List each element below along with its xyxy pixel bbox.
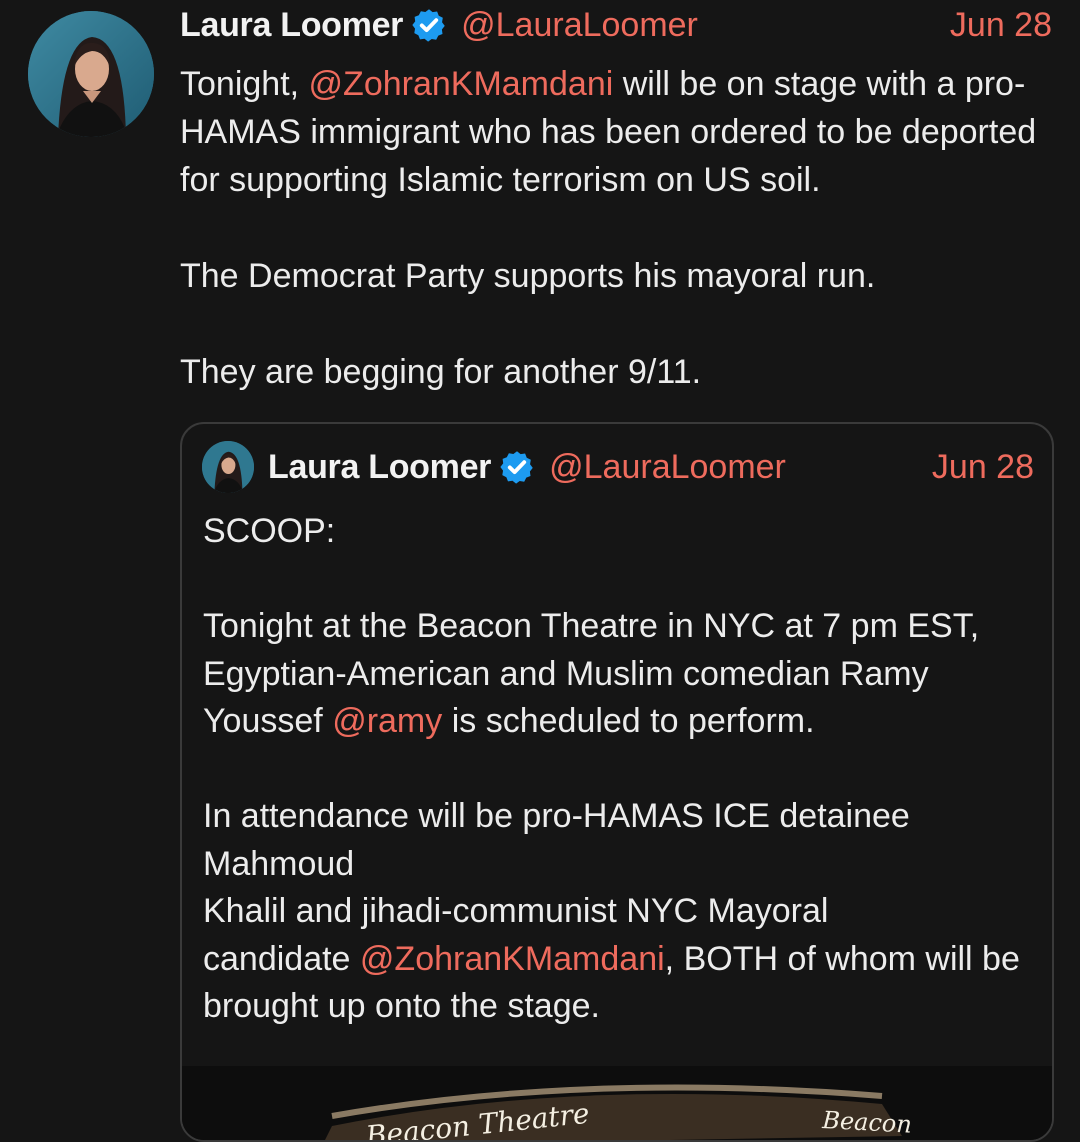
- tweet-date[interactable]: Jun 28: [950, 2, 1052, 48]
- quoted-tweet-media[interactable]: Beacon Theatre Beacon: [182, 1066, 1052, 1140]
- tweet-body: Tonight, @ZohranKMamdani will be on stag…: [180, 60, 1060, 396]
- quoted-paragraph-3-line-1: In attendance will be pro-HAMAS ICE deta…: [203, 797, 910, 835]
- quoted-author-avatar[interactable]: [202, 441, 254, 493]
- quoted-paragraph-2: Tonight at the Beacon Theatre in NYC at …: [203, 607, 980, 740]
- tweet[interactable]: Laura Loomer @LauraLoomer Jun 28 Tonight…: [0, 0, 1080, 1142]
- mention-link[interactable]: @ZohranKMamdani: [360, 940, 665, 978]
- beacon-sign-right: Beacon: [821, 1106, 913, 1139]
- verified-badge-icon: [412, 9, 445, 42]
- author-avatar[interactable]: [28, 11, 154, 137]
- quoted-author-name[interactable]: Laura Loomer: [268, 448, 491, 487]
- quoted-tweet-body: SCOOP: Tonight at the Beacon Theatre in …: [203, 508, 1039, 1031]
- quoted-paragraph-3-line-2: Mahmoud: [203, 844, 355, 883]
- verified-badge-icon: [500, 451, 533, 484]
- quoted-paragraph-1: SCOOP:: [203, 512, 336, 550]
- tweet-paragraph-3: They are begging for another 9/11.: [180, 353, 702, 391]
- quoted-tweet-date[interactable]: Jun 28: [932, 448, 1034, 487]
- quoted-paragraph-3-line-3: Khalil and jihadi-communist NYC Mayoral: [203, 892, 829, 930]
- tweet-paragraph-2: The Democrat Party supports his mayoral …: [180, 257, 876, 295]
- author-name[interactable]: Laura Loomer: [180, 2, 403, 48]
- mention-link[interactable]: @ZohranKMamdani: [309, 65, 614, 103]
- quoted-tweet[interactable]: Laura Loomer @LauraLoomer Jun 28 SCOOP: …: [180, 422, 1054, 1142]
- tweet-paragraph-1: Tonight, @ZohranKMamdani will be on stag…: [180, 65, 1037, 199]
- author-handle[interactable]: @LauraLoomer: [461, 2, 698, 48]
- quoted-tweet-header: Laura Loomer @LauraLoomer Jun 28: [202, 441, 1034, 493]
- quoted-paragraph-3-line-4: candidate @ZohranKMamdani, BOTH of whom …: [203, 939, 1020, 1026]
- mention-link[interactable]: @ramy: [332, 702, 442, 740]
- tweet-header: Laura Loomer @LauraLoomer Jun 28: [180, 2, 1052, 48]
- quoted-author-handle[interactable]: @LauraLoomer: [549, 448, 786, 487]
